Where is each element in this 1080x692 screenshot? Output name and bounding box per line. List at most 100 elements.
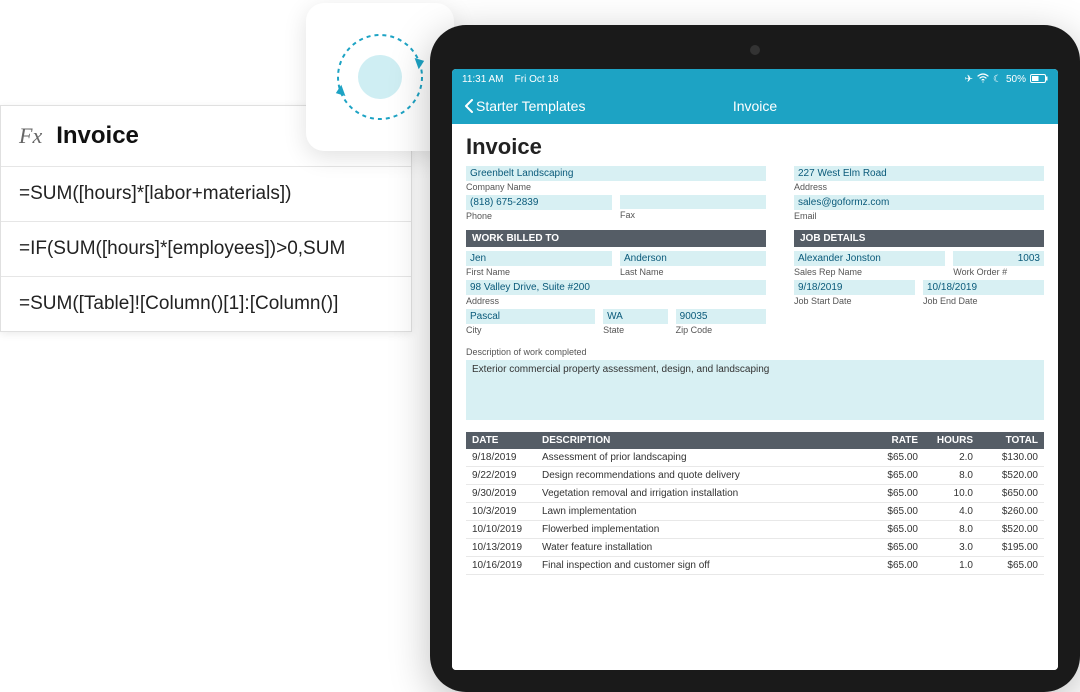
refresh-icon (325, 22, 435, 132)
cell-rate: $65.00 (864, 557, 924, 574)
ipad-screen: 11:31 AM Fri Oct 18 ✈ ☾ 50% Starter Temp… (452, 69, 1058, 670)
last-name-field[interactable]: Anderson (620, 251, 766, 266)
cell-date: 9/22/2019 (466, 467, 536, 484)
back-label: Starter Templates (476, 98, 585, 114)
nav-title: Invoice (733, 98, 777, 114)
table-row[interactable]: 9/22/2019Design recommendations and quot… (466, 467, 1044, 485)
cell-hours: 8.0 (924, 467, 979, 484)
table-row[interactable]: 10/16/2019Final inspection and customer … (466, 557, 1044, 575)
items-header-row: DATE DESCRIPTION RATE HOURS TOTAL (466, 432, 1044, 449)
col-date-header: DATE (466, 432, 536, 449)
work-order-field[interactable]: 1003 (953, 251, 1044, 266)
job-details-header: JOB DETAILS (794, 230, 1044, 247)
address-field[interactable]: 227 West Elm Road (794, 166, 1044, 181)
fx-icon: Fx (19, 123, 42, 149)
cell-hours: 8.0 (924, 521, 979, 538)
back-button[interactable]: Starter Templates (464, 98, 585, 114)
phone-label: Phone (466, 210, 612, 224)
table-row[interactable]: 9/18/2019Assessment of prior landscaping… (466, 449, 1044, 467)
address-label: Address (794, 181, 1044, 195)
ipad-device: 11:31 AM Fri Oct 18 ✈ ☾ 50% Starter Temp… (430, 25, 1080, 692)
email-label: Email (794, 210, 1044, 224)
invoice-heading: Invoice (466, 134, 1044, 160)
fax-label: Fax (620, 209, 766, 223)
status-date: Fri Oct 18 (515, 74, 559, 85)
cell-desc: Flowerbed implementation (536, 521, 864, 538)
phone-field[interactable]: (818) 675-2839 (466, 195, 612, 210)
zip-label: Zip Code (676, 324, 766, 338)
form-content[interactable]: Invoice Greenbelt Landscaping Company Na… (452, 124, 1058, 670)
work-billed-header: WORK BILLED TO (466, 230, 766, 247)
battery-icon (1030, 74, 1048, 86)
nav-bar: Starter Templates Invoice (452, 90, 1058, 124)
fax-field[interactable] (620, 195, 766, 209)
airplane-mode-icon: ✈ (965, 74, 973, 85)
job-start-label: Job Start Date (794, 295, 915, 309)
battery-text: 50% (1006, 74, 1026, 85)
company-name-field[interactable]: Greenbelt Landscaping (466, 166, 766, 181)
cell-date: 10/16/2019 (466, 557, 536, 574)
formula-title: Invoice (56, 122, 139, 150)
table-row[interactable]: 10/13/2019Water feature installation$65.… (466, 539, 1044, 557)
cell-date: 10/10/2019 (466, 521, 536, 538)
chevron-left-icon (464, 99, 474, 113)
city-label: City (466, 324, 595, 338)
job-end-label: Job End Date (923, 295, 1044, 309)
description-label: Description of work completed (466, 346, 1044, 360)
cell-total: $260.00 (979, 503, 1044, 520)
cell-desc: Design recommendations and quote deliver… (536, 467, 864, 484)
ipad-camera (750, 45, 760, 55)
cell-rate: $65.00 (864, 503, 924, 520)
company-name-label: Company Name (466, 181, 766, 195)
first-name-label: First Name (466, 266, 612, 280)
cell-rate: $65.00 (864, 539, 924, 556)
cell-hours: 2.0 (924, 449, 979, 466)
cell-desc: Water feature installation (536, 539, 864, 556)
city-field[interactable]: Pascal (466, 309, 595, 324)
col-total-header: TOTAL (979, 432, 1044, 449)
sales-rep-label: Sales Rep Name (794, 266, 945, 280)
cell-date: 9/30/2019 (466, 485, 536, 502)
email-field[interactable]: sales@goformz.com (794, 195, 1044, 210)
cell-date: 10/13/2019 (466, 539, 536, 556)
cell-desc: Vegetation removal and irrigation instal… (536, 485, 864, 502)
cell-rate: $65.00 (864, 467, 924, 484)
table-row[interactable]: 10/10/2019Flowerbed implementation$65.00… (466, 521, 1044, 539)
cell-date: 9/18/2019 (466, 449, 536, 466)
cell-hours: 4.0 (924, 503, 979, 520)
formula-row[interactable]: =SUM([Table]![Column()[1]:[Column()] (1, 277, 411, 331)
moon-icon: ☾ (993, 74, 1002, 85)
wifi-icon (977, 73, 989, 86)
formula-row[interactable]: =SUM([hours]*[labor+materials]) (1, 167, 411, 222)
status-time: 11:31 AM (462, 74, 504, 85)
job-start-field[interactable]: 9/18/2019 (794, 280, 915, 295)
sales-rep-field[interactable]: Alexander Jonston (794, 251, 945, 266)
billed-address-label: Address (466, 295, 766, 309)
cell-total: $520.00 (979, 467, 1044, 484)
status-bar: 11:31 AM Fri Oct 18 ✈ ☾ 50% (452, 69, 1058, 90)
cell-total: $520.00 (979, 521, 1044, 538)
state-label: State (603, 324, 668, 338)
cell-hours: 3.0 (924, 539, 979, 556)
billed-address-field[interactable]: 98 Valley Drive, Suite #200 (466, 280, 766, 295)
table-row[interactable]: 9/30/2019Vegetation removal and irrigati… (466, 485, 1044, 503)
col-rate-header: RATE (864, 432, 924, 449)
state-field[interactable]: WA (603, 309, 668, 324)
cell-rate: $65.00 (864, 521, 924, 538)
line-items-table: DATE DESCRIPTION RATE HOURS TOTAL 9/18/2… (466, 432, 1044, 575)
job-end-field[interactable]: 10/18/2019 (923, 280, 1044, 295)
cell-total: $130.00 (979, 449, 1044, 466)
col-desc-header: DESCRIPTION (536, 432, 864, 449)
cell-hours: 1.0 (924, 557, 979, 574)
description-field[interactable]: Exterior commercial property assessment,… (466, 360, 1044, 420)
cell-total: $65.00 (979, 557, 1044, 574)
table-row[interactable]: 10/3/2019Lawn implementation$65.004.0$26… (466, 503, 1044, 521)
col-hours-header: HOURS (924, 432, 979, 449)
last-name-label: Last Name (620, 266, 766, 280)
first-name-field[interactable]: Jen (466, 251, 612, 266)
cell-desc: Lawn implementation (536, 503, 864, 520)
cell-hours: 10.0 (924, 485, 979, 502)
formula-row[interactable]: =IF(SUM([hours]*[employees])>0,SUM (1, 222, 411, 277)
zip-field[interactable]: 90035 (676, 309, 766, 324)
cell-rate: $65.00 (864, 485, 924, 502)
